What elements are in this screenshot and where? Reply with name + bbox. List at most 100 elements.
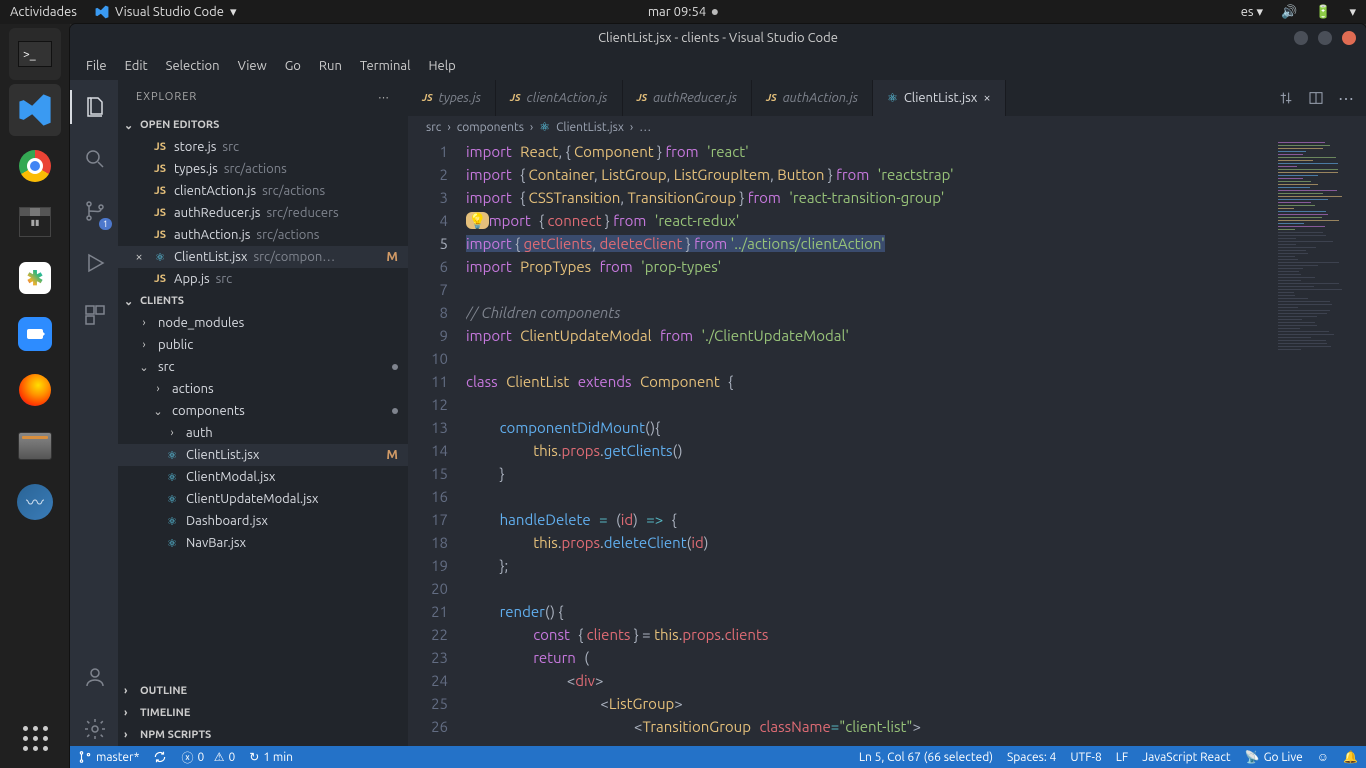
battery-icon[interactable]: 🔋 bbox=[1315, 5, 1331, 20]
compare-icon[interactable] bbox=[1278, 90, 1294, 106]
dock-show-apps[interactable] bbox=[15, 718, 55, 758]
menu-run[interactable]: Run bbox=[311, 57, 350, 75]
status-bell[interactable]: 🔔 bbox=[1343, 750, 1358, 764]
editor-tab[interactable]: JStypes.js bbox=[408, 80, 496, 116]
editor-tab[interactable]: ⚛ClientList.jsx × bbox=[873, 80, 1006, 116]
js-icon: JS bbox=[152, 229, 168, 241]
vscode-icon bbox=[95, 5, 109, 19]
project-header[interactable]: ⌄CLIENTS bbox=[118, 290, 408, 312]
status-lang[interactable]: JavaScript React bbox=[1142, 751, 1230, 764]
close-icon[interactable]: × bbox=[983, 91, 990, 105]
account-icon bbox=[83, 665, 107, 689]
status-cursor[interactable]: Ln 5, Col 67 (66 selected) bbox=[859, 751, 993, 764]
tree-file[interactable]: ⚛ClientList.jsxM bbox=[118, 444, 408, 466]
tree-file[interactable]: ⚛NavBar.jsx bbox=[118, 532, 408, 554]
status-eol[interactable]: LF bbox=[1116, 751, 1128, 764]
chevron-icon: › bbox=[164, 427, 180, 439]
window-close[interactable] bbox=[1342, 31, 1356, 45]
status-golive[interactable]: 📡 Go Live bbox=[1245, 750, 1303, 764]
open-editor-item[interactable]: ×JStypes.js src/actions bbox=[118, 158, 408, 180]
tree-folder[interactable]: ›actions bbox=[118, 378, 408, 400]
editor-tab[interactable]: JSclientAction.js bbox=[496, 80, 623, 116]
open-editor-item[interactable]: ×JSauthAction.js src/actions bbox=[118, 224, 408, 246]
react-icon: ⚛ bbox=[164, 449, 180, 462]
dock-editor[interactable]: ▮▮ bbox=[9, 196, 61, 248]
app-indicator[interactable]: Visual Studio Code ▾ bbox=[95, 5, 237, 20]
status-feedback[interactable]: ☺ bbox=[1317, 750, 1329, 764]
tree-file[interactable]: ⚛Dashboard.jsx bbox=[118, 510, 408, 532]
dock-zoom[interactable] bbox=[9, 308, 61, 360]
status-branch[interactable]: master* bbox=[78, 750, 139, 764]
system-menu[interactable]: ▾ bbox=[1349, 5, 1356, 20]
breadcrumb[interactable]: src › components › ⚛ ClientList.jsx › … bbox=[408, 116, 1366, 138]
open-editor-item[interactable]: ×JSauthReducer.js src/reducers bbox=[118, 202, 408, 224]
tree-folder[interactable]: ›auth bbox=[118, 422, 408, 444]
status-encoding[interactable]: UTF-8 bbox=[1070, 751, 1101, 764]
dock-slack[interactable]: ✱ bbox=[9, 252, 61, 304]
menu-go[interactable]: Go bbox=[277, 57, 309, 75]
sidebar-explorer: EXPLORER⋯ ⌄OPEN EDITORS ×JSstore.js src×… bbox=[118, 80, 408, 746]
tab-row: JStypes.jsJSclientAction.jsJSauthReducer… bbox=[408, 80, 1366, 116]
clock[interactable]: mar 09:54 bbox=[648, 5, 718, 19]
vscode-icon bbox=[18, 93, 52, 127]
window-maximize[interactable] bbox=[1318, 31, 1332, 45]
tree-folder[interactable]: ›node_modules bbox=[118, 312, 408, 334]
lang-indicator[interactable]: es ▾ bbox=[1241, 5, 1263, 20]
open-editor-item[interactable]: ×JSstore.js src bbox=[118, 136, 408, 158]
open-editor-item[interactable]: ×JSApp.js src bbox=[118, 268, 408, 290]
activity-settings[interactable] bbox=[70, 712, 118, 746]
menu-file[interactable]: File bbox=[78, 57, 115, 75]
dock-firefox[interactable] bbox=[9, 364, 61, 416]
editor-tab[interactable]: JSauthAction.js bbox=[752, 80, 873, 116]
js-icon: JS bbox=[152, 163, 168, 175]
close-icon[interactable]: × bbox=[132, 250, 146, 264]
tree-file[interactable]: ⚛ClientModal.jsx bbox=[118, 466, 408, 488]
dock-chrome[interactable] bbox=[9, 140, 61, 192]
line-gutter[interactable]: 1234567891011121314151617181920212223242… bbox=[408, 138, 466, 746]
minimap[interactable] bbox=[1270, 138, 1366, 746]
activity-search[interactable] bbox=[70, 142, 118, 176]
menu-selection[interactable]: Selection bbox=[158, 57, 228, 75]
activity-account[interactable] bbox=[70, 660, 118, 694]
volume-icon[interactable]: 🔊 bbox=[1281, 5, 1297, 20]
window-titlebar[interactable]: ClientList.jsx - clients - Visual Studio… bbox=[70, 24, 1366, 52]
dock-terminal[interactable]: >_ bbox=[9, 28, 61, 80]
activity-extensions[interactable] bbox=[70, 298, 118, 332]
timeline-header[interactable]: ›TIMELINE bbox=[118, 702, 408, 724]
dock-files[interactable] bbox=[9, 420, 61, 472]
activity-debug[interactable] bbox=[70, 246, 118, 280]
tree-file[interactable]: ⚛ClientUpdateModal.jsx bbox=[118, 488, 408, 510]
explorer-more-icon[interactable]: ⋯ bbox=[378, 91, 390, 104]
status-spaces[interactable]: Spaces: 4 bbox=[1007, 751, 1056, 764]
window-minimize[interactable] bbox=[1294, 31, 1308, 45]
menu-help[interactable]: Help bbox=[420, 57, 463, 75]
more-icon[interactable]: ⋯ bbox=[1338, 89, 1354, 108]
activity-scm[interactable] bbox=[70, 194, 118, 228]
code-editor[interactable]: import React, { Component } from 'react'… bbox=[466, 138, 1270, 746]
outline-header[interactable]: ›OUTLINE bbox=[118, 680, 408, 702]
editor-tab[interactable]: JSauthReducer.js bbox=[623, 80, 753, 116]
menu-terminal[interactable]: Terminal bbox=[352, 57, 419, 75]
open-editor-item[interactable]: ×JSclientAction.js src/actions bbox=[118, 180, 408, 202]
npm-scripts-header[interactable]: ›NPM SCRIPTS bbox=[118, 724, 408, 746]
chevron-icon: ⌄ bbox=[136, 361, 152, 374]
menu-view[interactable]: View bbox=[230, 57, 275, 75]
tree-folder[interactable]: ⌄components bbox=[118, 400, 408, 422]
menu-edit[interactable]: Edit bbox=[117, 57, 156, 75]
chevron-icon: ⌄ bbox=[150, 405, 166, 418]
tree-folder[interactable]: ›public bbox=[118, 334, 408, 356]
explorer-title: EXPLORER bbox=[136, 91, 197, 103]
dock-mysql[interactable]: 〰 bbox=[9, 476, 61, 528]
status-problems[interactable]: ⓧ 0 ⚠ 0 bbox=[181, 749, 235, 766]
activity-explorer[interactable] bbox=[70, 90, 118, 124]
status-sync[interactable] bbox=[153, 750, 167, 764]
activities-button[interactable]: Actividades bbox=[10, 5, 77, 19]
window-title: ClientList.jsx - clients - Visual Studio… bbox=[598, 31, 838, 45]
status-time[interactable]: ↻ 1 min bbox=[249, 750, 293, 764]
open-editors-header[interactable]: ⌄OPEN EDITORS bbox=[118, 114, 408, 136]
dock-vscode[interactable] bbox=[9, 84, 61, 136]
tree-folder[interactable]: ⌄src bbox=[118, 356, 408, 378]
split-editor-icon[interactable] bbox=[1308, 90, 1324, 106]
editor-group: JStypes.jsJSclientAction.jsJSauthReducer… bbox=[408, 80, 1366, 746]
open-editor-item[interactable]: ×⚛ClientList.jsx src/compon…M bbox=[118, 246, 408, 268]
